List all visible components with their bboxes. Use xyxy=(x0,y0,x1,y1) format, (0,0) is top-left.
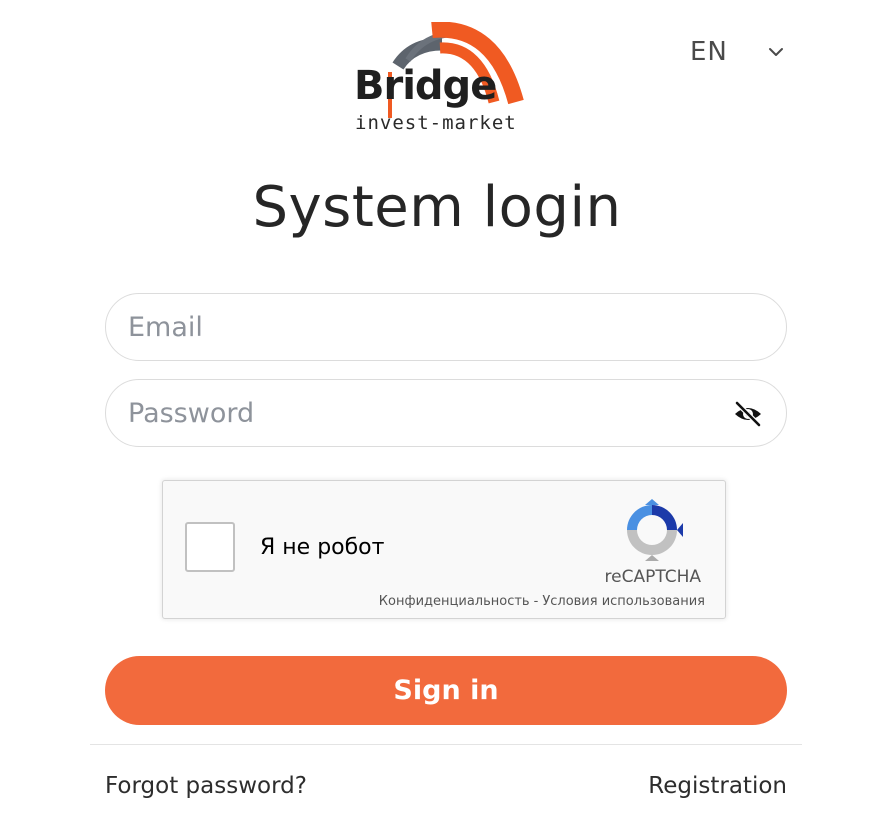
divider xyxy=(90,744,802,745)
password-input[interactable] xyxy=(128,380,728,446)
chevron-down-icon xyxy=(769,48,783,56)
eye-slash-icon[interactable] xyxy=(732,398,764,430)
forgot-password-link[interactable]: Forgot password? xyxy=(105,773,307,799)
language-label: EN xyxy=(690,37,728,67)
terms-link[interactable]: Условия использования xyxy=(542,594,705,609)
registration-link[interactable]: Registration xyxy=(648,773,787,799)
recaptcha-brand: reCAPTCHA xyxy=(604,567,702,587)
email-field-container xyxy=(105,293,787,361)
recaptcha-widget: Я не робот reCAPTCHA Конфиденциальность -… xyxy=(162,480,726,619)
logo-brand-text: Bridge xyxy=(354,63,497,109)
logo-tagline: invest-market xyxy=(355,112,517,134)
captcha-checkbox[interactable] xyxy=(185,522,235,572)
page-title: System login xyxy=(252,175,622,240)
privacy-link[interactable]: Конфиденциальность xyxy=(379,594,530,609)
password-field-container xyxy=(105,379,787,447)
captcha-link-separator: - xyxy=(533,594,539,609)
brand-logo: Bridge invest-market xyxy=(340,22,550,137)
sign-in-button[interactable]: Sign in xyxy=(105,656,787,725)
captcha-links: Конфиденциальность - Условия использования xyxy=(379,594,705,609)
language-selector[interactable]: EN xyxy=(690,34,800,70)
captcha-label: Я не робот xyxy=(260,535,385,560)
email-input[interactable] xyxy=(128,294,728,360)
recaptcha-logo-icon xyxy=(627,499,683,561)
